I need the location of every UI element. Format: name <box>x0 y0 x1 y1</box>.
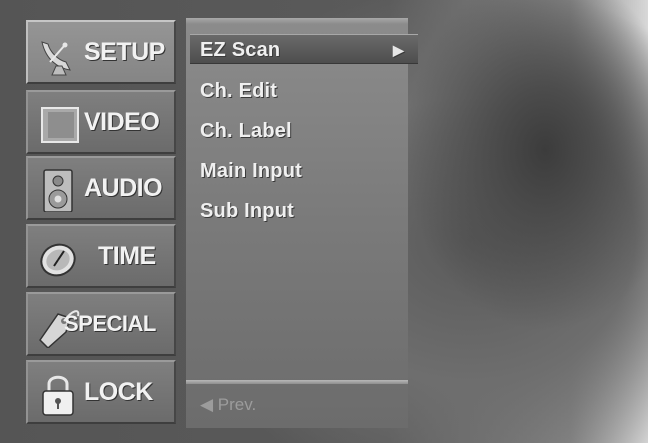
sidebar-item-label: TIME <box>98 242 156 270</box>
sidebar-item-label: SPECIAL <box>64 311 156 336</box>
satellite-dish-icon <box>41 41 71 76</box>
sidebar-item-setup[interactable]: SETUP <box>26 20 176 84</box>
sidebar-item-video[interactable]: VIDEO <box>26 90 176 154</box>
submenu-panel-top-edge <box>186 18 408 24</box>
menu-item-ez-scan[interactable]: EZ Scan ▶ <box>190 34 418 64</box>
sidebar-item-label: SETUP <box>84 38 165 66</box>
sidebar-item-label: LOCK <box>84 378 153 406</box>
clock-icon <box>40 243 76 277</box>
tv-osd-screen: SETUP VIDEO AUDIO TIME SPECIAL LOCK EZ S… <box>0 0 648 443</box>
sidebar-item-label: AUDIO <box>84 174 163 202</box>
menu-item-label: EZ Scan <box>200 39 281 61</box>
speaker-icon <box>43 169 73 212</box>
padlock-icon <box>42 375 74 416</box>
sidebar-item-label: VIDEO <box>84 108 160 136</box>
chevron-right-icon: ▶ <box>393 42 404 58</box>
submenu-divider <box>186 380 408 384</box>
menu-item-main-input[interactable]: Main Input <box>200 156 302 186</box>
menu-item-ch-edit[interactable]: Ch. Edit <box>200 76 277 106</box>
sidebar-item-lock[interactable]: LOCK <box>26 360 176 424</box>
menu-item-ch-label[interactable]: Ch. Label <box>200 116 292 146</box>
screen-icon <box>41 107 79 143</box>
menu-item-sub-input[interactable]: Sub Input <box>200 196 294 226</box>
sidebar-item-audio[interactable]: AUDIO <box>26 156 176 220</box>
sidebar-item-time[interactable]: TIME <box>26 224 176 288</box>
prev-button[interactable]: ◀ Prev. <box>200 393 256 417</box>
sidebar-item-special[interactable]: SPECIAL <box>26 292 176 356</box>
